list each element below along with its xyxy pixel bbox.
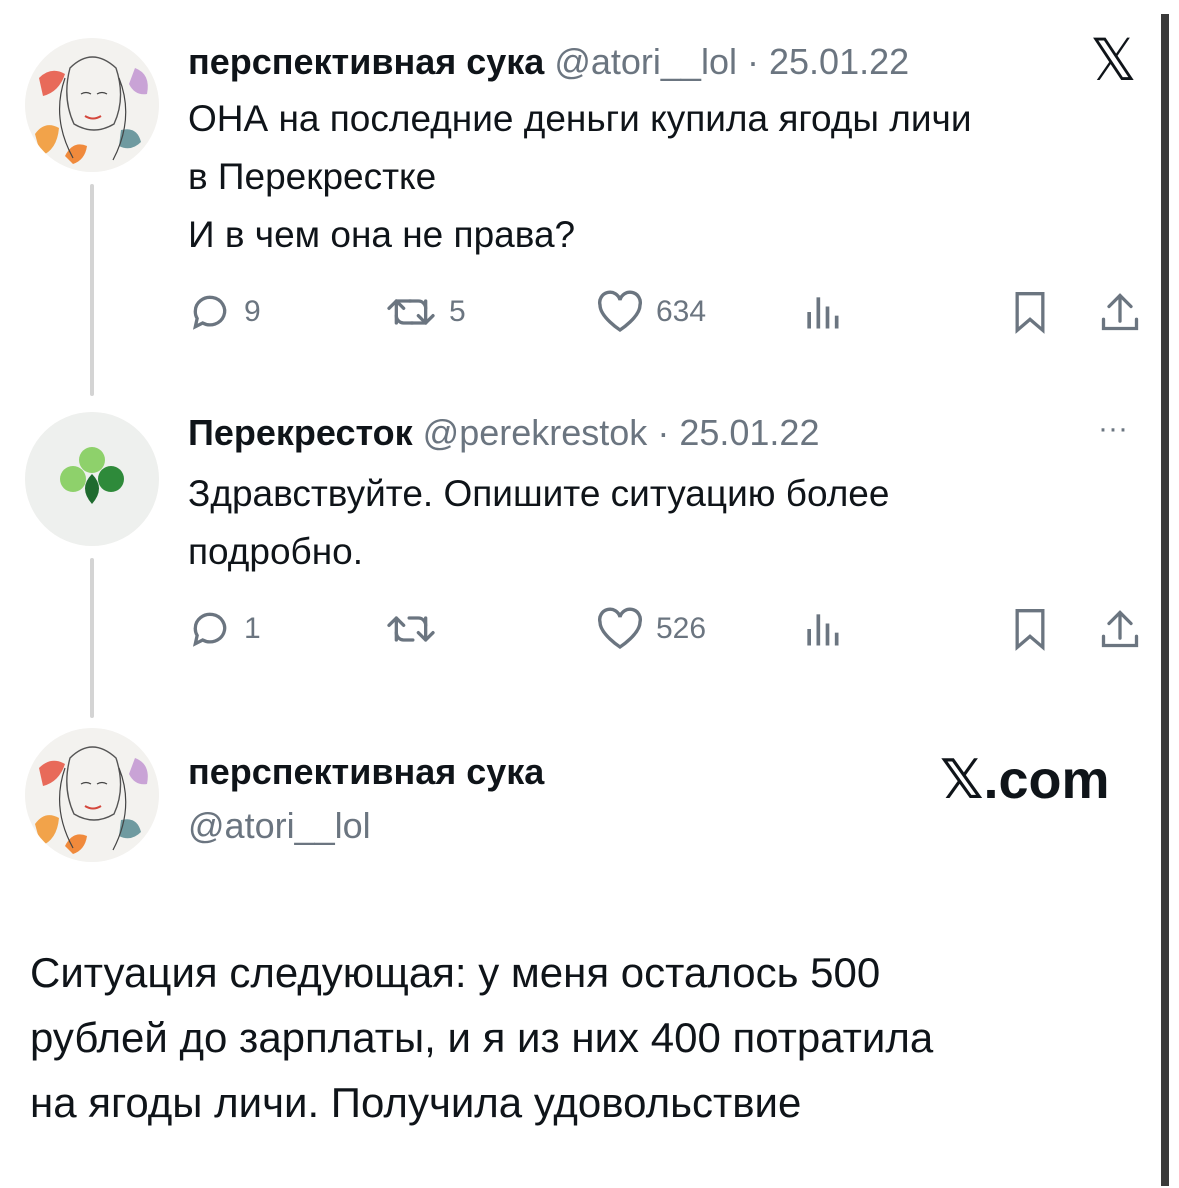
bookmark-icon[interactable] <box>1008 288 1052 336</box>
reply-icon <box>192 612 227 647</box>
thread-line <box>90 184 94 396</box>
tweet-line: рублей до зарплаты, и я из них 400 потра… <box>30 1014 934 1061</box>
retweet-icon <box>387 616 435 642</box>
reply-button[interactable]: 1 <box>188 607 261 651</box>
display-name[interactable]: Перекресток <box>188 412 413 453</box>
heart-icon <box>598 290 642 333</box>
tweet-text: ОНА на последние деньги купила ягоды лич… <box>188 90 1158 264</box>
share-icon[interactable] <box>1098 288 1142 336</box>
thread-line <box>90 558 94 718</box>
handle[interactable]: @atori__lol <box>188 806 371 846</box>
heart-icon <box>598 607 642 650</box>
scrollbar[interactable] <box>1161 14 1169 1186</box>
tweet-text: Ситуация следующая: у меня осталось 500 … <box>30 940 1150 1135</box>
retweet-button[interactable] <box>385 607 449 651</box>
views-icon[interactable] <box>800 290 844 334</box>
tweet-line: в Перекрестке <box>188 156 437 197</box>
retweet-icon <box>387 299 435 325</box>
reply-count: 1 <box>244 612 261 645</box>
like-count: 634 <box>656 295 707 328</box>
retweet-count: 5 <box>449 295 466 328</box>
bookmark-icon[interactable] <box>1008 605 1052 653</box>
x-logo-icon[interactable]: 𝕏 <box>1090 32 1137 90</box>
avatar[interactable] <box>25 412 159 546</box>
like-button[interactable]: 634 <box>596 290 706 334</box>
display-name[interactable]: перспективная сука <box>188 41 544 82</box>
like-button[interactable]: 526 <box>596 607 706 651</box>
tweet-line: подробно. <box>188 531 364 572</box>
reply-icon <box>192 295 227 330</box>
display-name[interactable]: перспективная сука <box>188 752 544 792</box>
tweet-text: Здравствуйте. Опишите ситуацию более под… <box>188 465 1158 581</box>
tweet-header: Перекресток @perekrestok · 25.01.22 <box>188 413 819 453</box>
avatar-illustration <box>25 728 159 862</box>
avatar-illustration <box>25 38 159 172</box>
tweet-line: на ягоды личи. Получила удовольствие <box>30 1079 802 1126</box>
handle[interactable]: @perekrestok <box>423 412 648 453</box>
tweet-line: Ситуация следующая: у меня осталось 500 <box>30 949 881 996</box>
display-name-text: перспективная сука <box>188 751 545 792</box>
more-options-icon[interactable]: ··· <box>1098 412 1128 446</box>
tweet-date[interactable]: 25.01.22 <box>769 41 909 82</box>
tweet-date[interactable]: 25.01.22 <box>679 412 819 453</box>
views-icon[interactable] <box>800 607 844 651</box>
reply-button[interactable]: 9 <box>188 290 261 334</box>
reply-count: 9 <box>244 295 261 328</box>
separator: · <box>746 41 759 82</box>
x-com-logo: 𝕏.com <box>940 750 1110 810</box>
retweet-button[interactable]: 5 <box>385 290 466 334</box>
avatar[interactable] <box>25 38 159 172</box>
clover-logo-icon <box>25 412 159 546</box>
tweet-line: И в чем она не права? <box>188 214 576 255</box>
separator: · <box>657 412 670 453</box>
tweet-line: Здравствуйте. Опишите ситуацию более <box>188 473 890 514</box>
avatar[interactable] <box>25 728 159 862</box>
tweet-header: перспективная сука @atori__lol · 25.01.2… <box>188 42 909 82</box>
handle[interactable]: @atori__lol <box>554 41 737 82</box>
tweet-line: ОНА на последние деньги купила ягоды лич… <box>188 98 972 139</box>
like-count: 526 <box>656 612 707 645</box>
share-icon[interactable] <box>1098 605 1142 653</box>
